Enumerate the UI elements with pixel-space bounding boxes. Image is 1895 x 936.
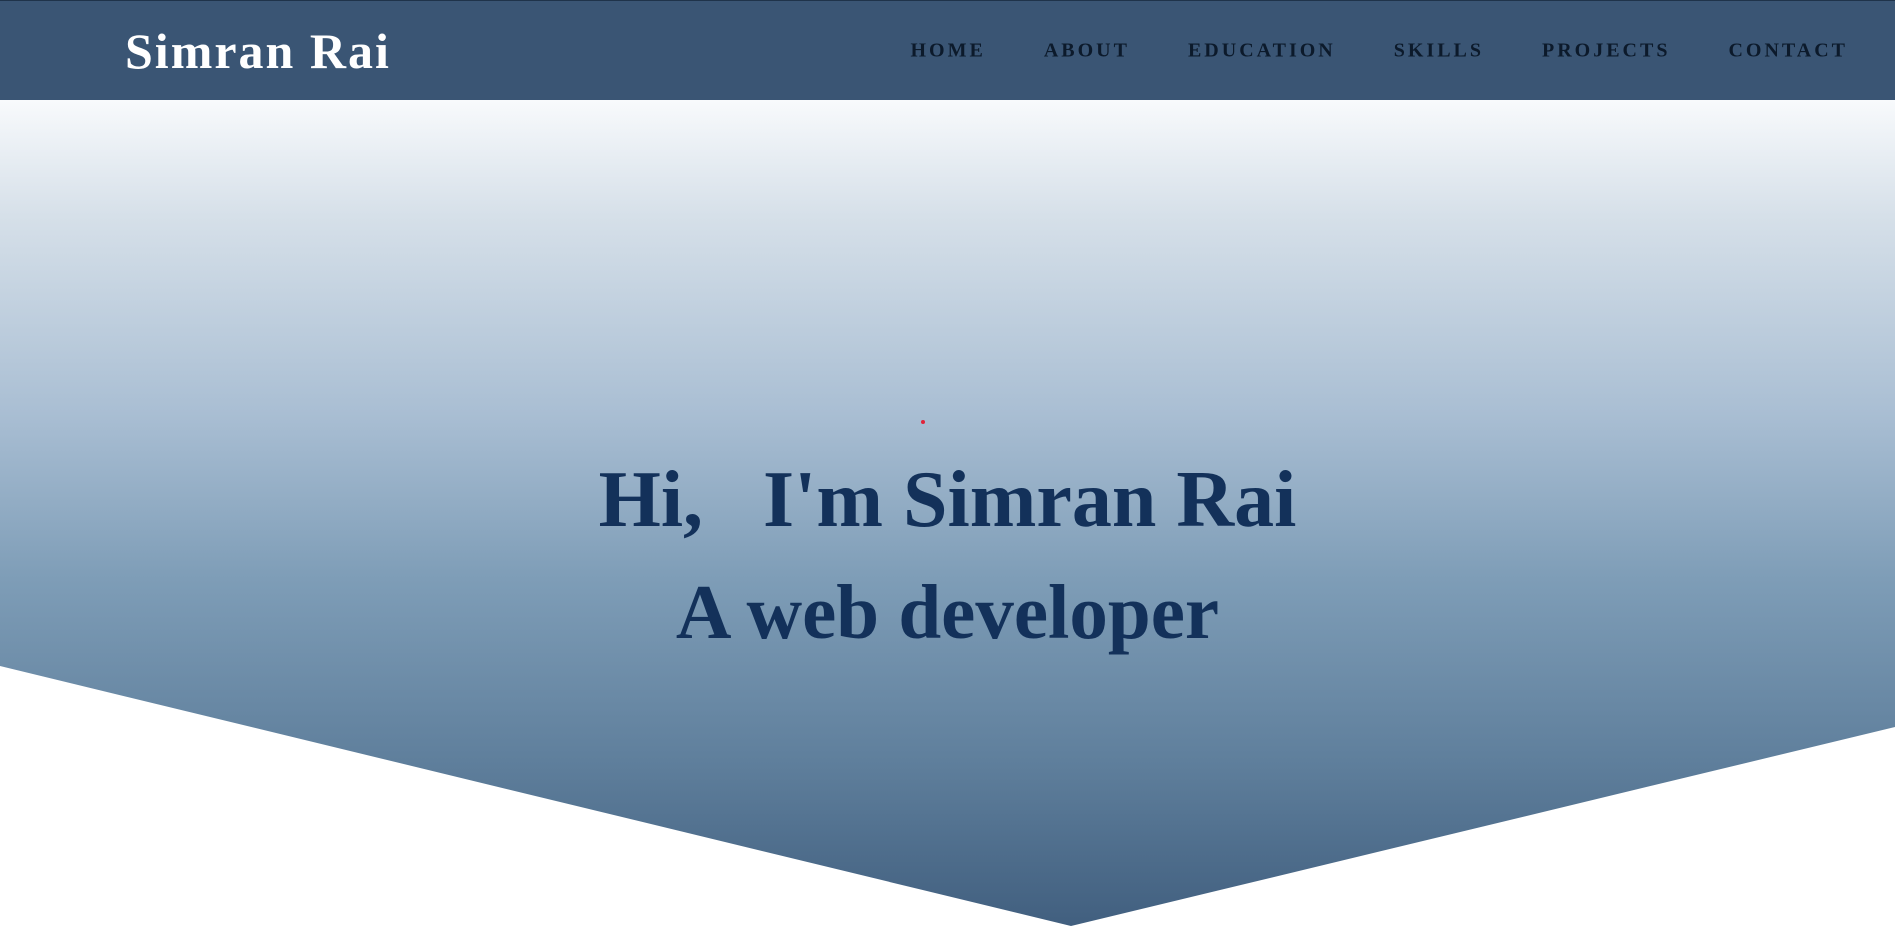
nav-link-skills[interactable]: SKILLS — [1394, 39, 1484, 61]
nav-item-skills: SKILLS — [1394, 39, 1484, 62]
navbar: Simran Rai HOME ABOUT EDUCATION SKILLS P… — [0, 0, 1895, 100]
hero-tagline: A web developer — [675, 569, 1220, 655]
nav-link-projects[interactable]: PROJECTS — [1542, 39, 1670, 61]
nav-item-contact: CONTACT — [1728, 39, 1848, 62]
hero-greeting: Hi, I'm Simran Rai — [598, 456, 1297, 544]
nav-menu: HOME ABOUT EDUCATION SKILLS PROJECTS CON… — [853, 39, 1849, 62]
nav-link-home[interactable]: HOME — [911, 39, 986, 61]
nav-link-education[interactable]: EDUCATION — [1188, 39, 1336, 61]
nav-item-about: ABOUT — [1044, 39, 1130, 62]
nav-item-projects: PROJECTS — [1542, 39, 1670, 62]
nav-item-home: HOME — [911, 39, 986, 62]
cursor-dot — [921, 420, 925, 424]
nav-link-contact[interactable]: CONTACT — [1728, 39, 1848, 61]
brand-logo-link[interactable]: Simran Rai — [125, 22, 391, 80]
nav-item-education: EDUCATION — [1188, 39, 1336, 62]
nav-link-about[interactable]: ABOUT — [1044, 39, 1130, 61]
